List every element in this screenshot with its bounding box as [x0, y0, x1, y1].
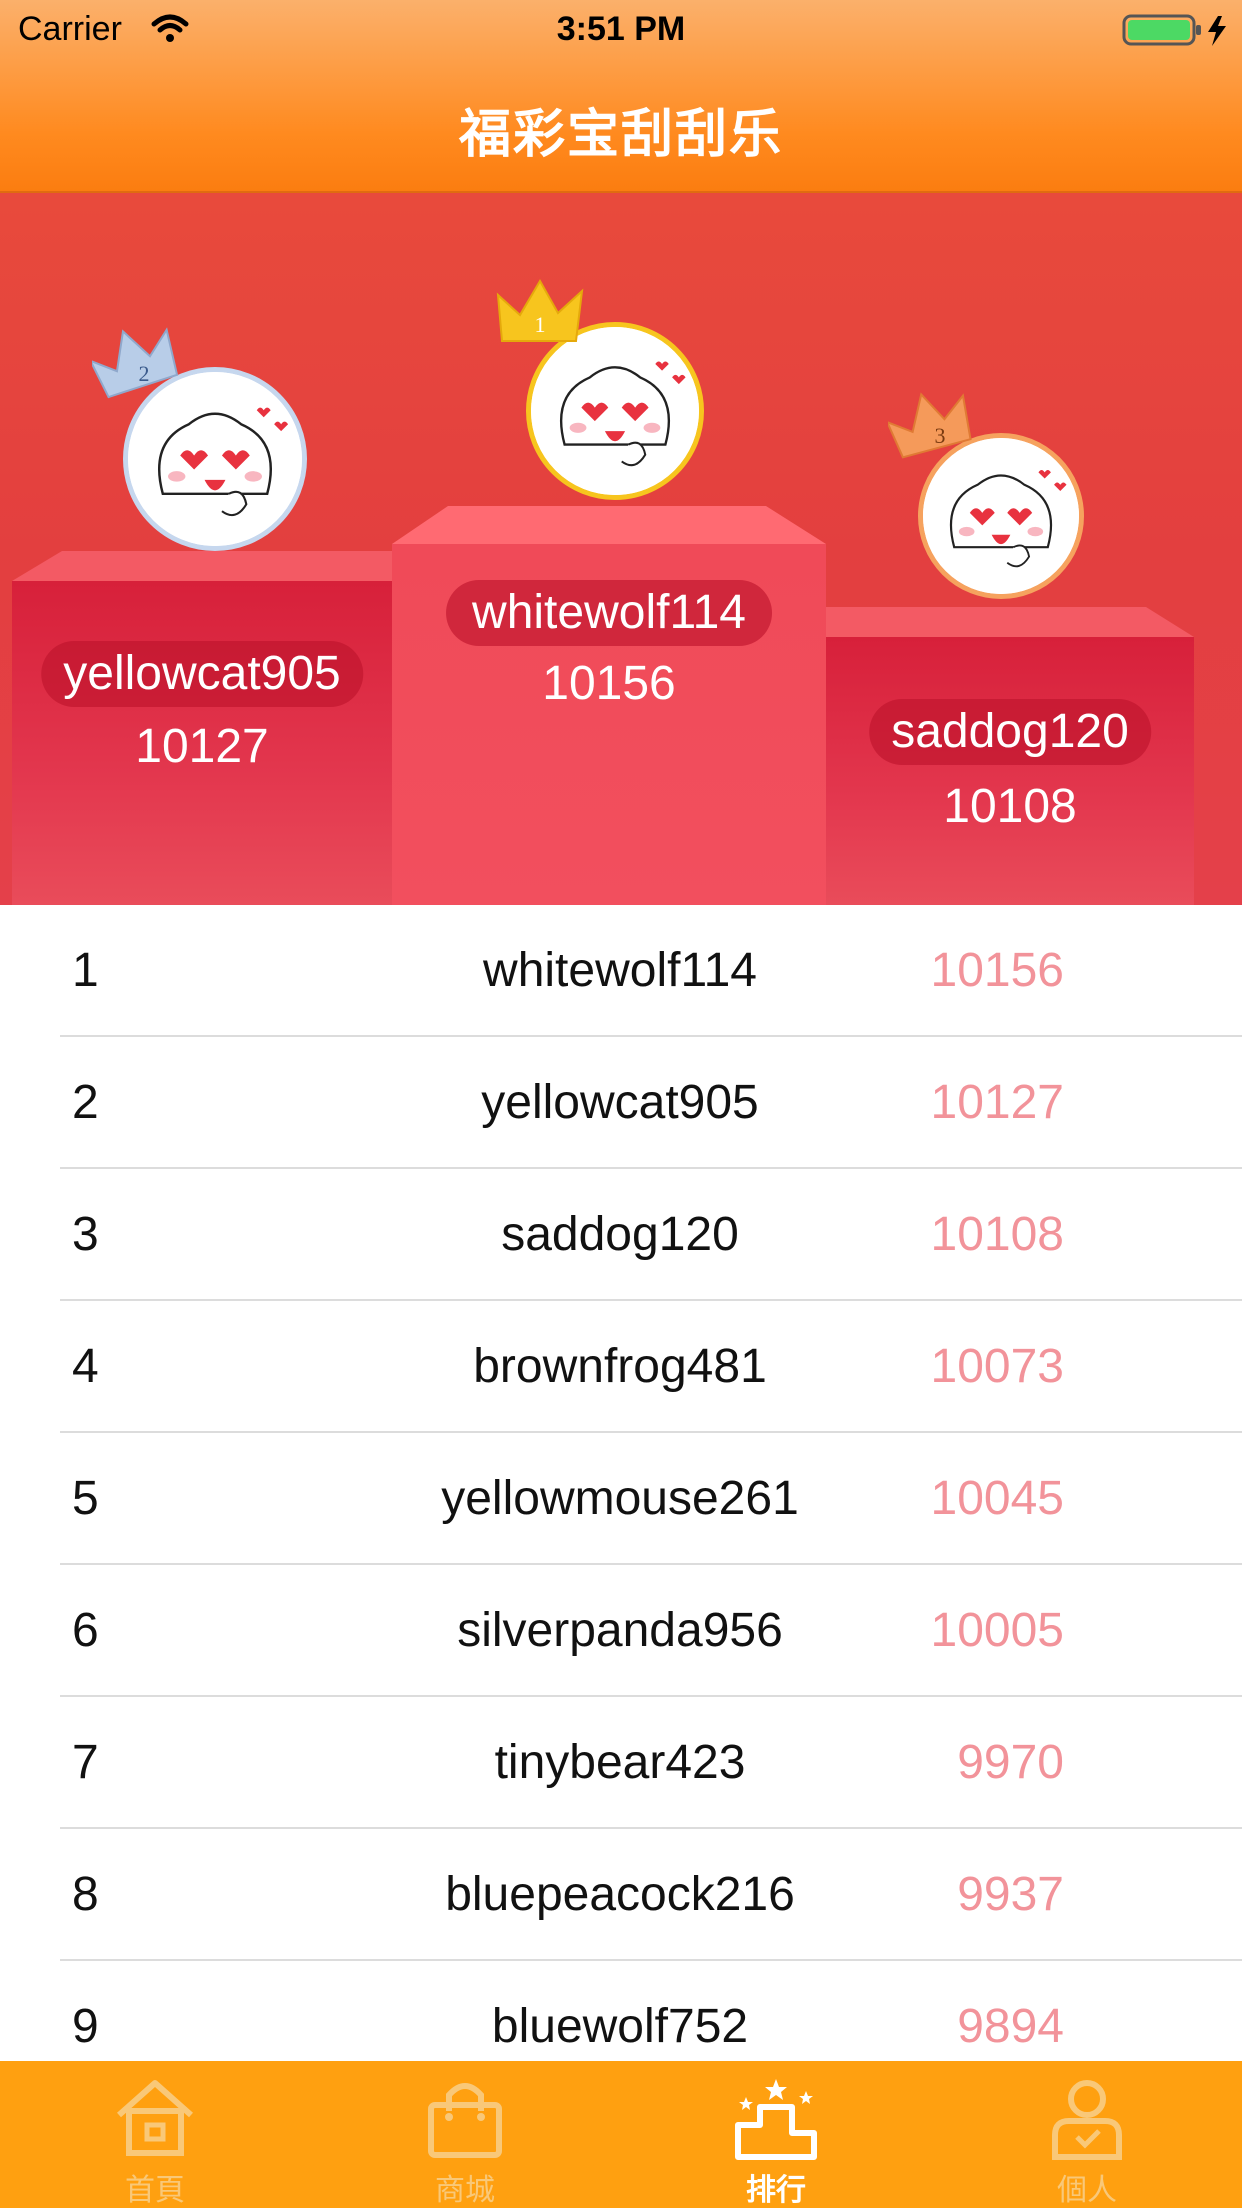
row-score: 10073 — [930, 1340, 1064, 1393]
row-rank: 8 — [72, 1868, 99, 1921]
row-score: 10045 — [930, 1472, 1064, 1525]
row-rank: 4 — [72, 1340, 99, 1393]
crown-gold-icon: 1 — [494, 275, 586, 356]
table-row[interactable]: 4 brownfrog481 10073 — [0, 1301, 1242, 1433]
tab-shop[interactable]: 商城 — [310, 2061, 620, 2208]
row-rank: 5 — [72, 1472, 99, 1525]
row-score: 10005 — [930, 1604, 1064, 1657]
row-rank: 1 — [72, 944, 99, 997]
shop-bag-icon — [428, 2083, 502, 2158]
svg-text:1: 1 — [535, 312, 546, 337]
row-username: bluepeacock216 — [445, 1868, 795, 1921]
tab-home[interactable]: 首頁 — [0, 2061, 310, 2208]
tab-profile[interactable]: 個人 — [932, 2061, 1242, 2208]
table-row[interactable]: 5 yellowmouse261 10045 — [0, 1433, 1242, 1565]
row-username: yellowmouse261 — [441, 1472, 799, 1525]
tab-ranking-label: 排行 — [746, 2174, 806, 2207]
row-score: 9937 — [957, 1868, 1064, 1921]
row-rank: 7 — [72, 1736, 99, 1789]
page-title: 福彩宝刮刮乐 — [458, 106, 783, 164]
row-username: tinybear423 — [494, 1736, 746, 1789]
podium-second-name: yellowcat905 — [41, 641, 363, 707]
battery-icon — [1122, 14, 1232, 53]
podium-third-name: saddog120 — [869, 699, 1151, 765]
tab-home-label: 首頁 — [125, 2174, 185, 2207]
crown-silver-icon: 2 — [88, 325, 180, 406]
podium-first-name: whitewolf114 — [446, 580, 772, 646]
podium-first-score: 10156 — [542, 657, 676, 710]
row-username: silverpanda956 — [457, 1604, 783, 1657]
podium-third: saddog120 10108 — [826, 607, 1194, 905]
row-rank: 3 — [72, 1208, 99, 1261]
home-icon — [117, 2080, 193, 2156]
row-username: brownfrog481 — [473, 1340, 767, 1393]
podium-first: whitewolf114 10156 — [392, 506, 826, 905]
row-username: saddog120 — [501, 1208, 739, 1261]
status-time: 3:51 PM — [556, 10, 686, 48]
svg-text:3: 3 — [935, 423, 946, 448]
status-bar: Carrier 3:51 PM — [0, 0, 1242, 60]
row-score: 10156 — [930, 944, 1064, 997]
tab-profile-label: 個人 — [1057, 2174, 1117, 2207]
row-score: 10127 — [930, 1076, 1064, 1129]
tab-shop-label: 商城 — [435, 2174, 495, 2207]
table-row[interactable]: 8 bluepeacock216 9937 — [0, 1829, 1242, 1961]
row-rank: 2 — [72, 1076, 99, 1129]
crown-bronze-icon: 3 — [885, 389, 974, 468]
ranking-podium-icon — [735, 2079, 817, 2160]
row-username: yellowcat905 — [481, 1076, 759, 1129]
podium-second: yellowcat905 10127 — [12, 551, 392, 905]
table-row[interactable]: 2 yellowcat905 10127 — [0, 1037, 1242, 1169]
row-score: 9894 — [957, 2000, 1064, 2053]
row-username: bluewolf752 — [491, 2000, 749, 2053]
row-score: 9970 — [957, 1736, 1064, 1789]
row-score: 10108 — [930, 1208, 1064, 1261]
table-row[interactable]: 1 whitewolf114 10156 — [0, 905, 1242, 1037]
table-row[interactable]: 6 silverpanda956 10005 — [0, 1565, 1242, 1697]
podium-first-top — [392, 506, 826, 544]
row-rank: 9 — [72, 2000, 99, 2053]
table-row[interactable]: 3 saddog120 10108 — [0, 1169, 1242, 1301]
podium-second-score: 10127 — [135, 720, 269, 773]
person-icon — [1052, 2080, 1122, 2160]
svg-text:2: 2 — [139, 361, 150, 386]
top-three-podium: yellowcat905 10127 saddog120 10108 white… — [0, 193, 1242, 905]
tab-ranking[interactable]: 排行 — [621, 2061, 931, 2208]
tab-bar: 首頁 商城 排行 個人 — [0, 2061, 1242, 2208]
row-rank: 6 — [72, 1604, 99, 1657]
table-row[interactable]: 7 tinybear423 9970 — [0, 1697, 1242, 1829]
app-header: Carrier 3:51 PM 福彩宝刮刮乐 — [0, 0, 1242, 193]
podium-third-score: 10108 — [943, 780, 1077, 833]
row-username: whitewolf114 — [483, 944, 757, 997]
